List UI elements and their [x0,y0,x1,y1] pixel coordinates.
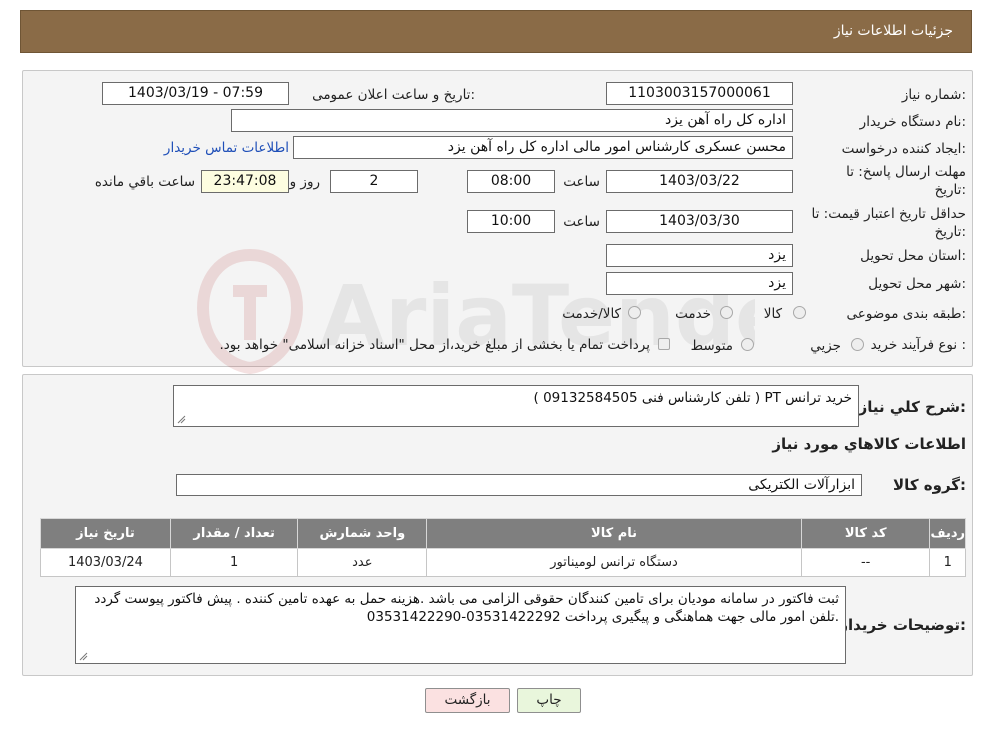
goods-table-header: ردیف کد کالا نام کالا واحد شمارش تعداد /… [40,518,966,549]
deadline-label: مهلت ارسال پاسخ: تا [846,164,966,180]
col-header-row-number: ردیف [929,518,966,549]
page-header: جزئیات اطلاعات نیاز [20,10,972,53]
cell-need-date: 1403/03/24 [40,548,171,577]
days-label: روز و [289,174,320,190]
description-textarea[interactable]: خرید ترانس PT ( تلفن کارشناس فنی 0913258… [173,385,859,427]
description-label: شرح کلي نیاز: [858,398,966,416]
process-option-medium: متوسط [690,338,733,354]
process-label: نوع فرآیند خرید : [870,337,966,353]
resize-handle-icon[interactable] [79,652,88,661]
cell-goods-name: دستگاه ترانس لومیناتور [426,548,802,577]
col-header-need-date: تاریخ نیاز [40,518,171,549]
col-header-goods-code: کد کالا [800,518,931,549]
resize-handle-icon[interactable] [177,415,186,424]
table-row: 1 -- دستگاه ترانس لومیناتور عدد 1 1403/0… [40,548,966,577]
buyer-notes-label: توضیحات خریدار: [839,616,966,634]
category-option-goods: کالا [763,306,782,322]
category-radio-service[interactable] [720,306,733,319]
days-field: 2 [330,170,418,193]
category-option-service: خدمت [675,306,711,322]
city-label: شهر محل تحویل: [868,276,966,292]
announce-label: تاریخ و ساعت اعلان عمومی: [312,87,475,103]
validity-label: حداقل تاریخ اعتبار قیمت: تا [811,206,966,222]
process-radio-medium[interactable] [741,338,754,351]
cell-quantity: 1 [169,548,299,577]
deadline-time-field: 08:00 [467,170,555,193]
category-option-goods-service: کالا/خدمت [562,306,621,322]
goods-info-title: اطلاعات کالاهاي مورد نیاز [772,435,966,453]
col-header-quantity: تعداد / مقدار [169,518,299,549]
deadline-date-field: 1403/03/22 [606,170,793,193]
need-number-field: 1103003157000061 [606,82,793,105]
buyer-org-label: نام دستگاه خریدار: [859,114,966,130]
need-number-label: شماره نیاز: [901,87,966,103]
validity-label-2: تاریخ: [934,224,966,240]
print-button[interactable]: چاپ [517,688,581,713]
cell-goods-code: -- [800,548,931,577]
col-header-goods-name: نام کالا [426,518,802,549]
description-text: خرید ترانس PT ( تلفن کارشناس فنی 0913258… [533,390,852,406]
category-label: طبقه بندی موضوعی: [846,306,966,322]
goods-group-label: گروه کالا: [893,476,966,494]
buyer-org-field: اداره کل راه آهن یزد [231,109,793,132]
validity-time-field: 10:00 [467,210,555,233]
remaining-label: ساعت باقي مانده [94,174,195,190]
cell-unit: عدد [297,548,428,577]
requester-field: محسن عسکری کارشناس امور مالی اداره کل را… [293,136,793,159]
goods-table: ردیف کد کالا نام کالا واحد شمارش تعداد /… [40,518,966,577]
col-header-unit: واحد شمارش [297,518,428,549]
back-button[interactable]: بازگشت [425,688,510,713]
deadline-label-2: تاریخ: [934,182,966,198]
buyer-notes-text: ثبت فاکتور در سامانه مودیان برای تامین ک… [94,591,839,625]
city-field: یزد [606,272,793,295]
category-radio-goods-service[interactable] [628,306,641,319]
province-label: استان محل تحویل: [860,248,966,264]
category-radio-goods[interactable] [793,306,806,319]
validity-date-field: 1403/03/30 [606,210,793,233]
process-radio-minor[interactable] [851,338,864,351]
province-field: یزد [606,244,793,267]
remaining-time-field: 23:47:08 [201,170,289,193]
deadline-time-label: ساعت [563,174,600,190]
treasury-checkbox[interactable] [658,338,670,350]
requester-label: ایجاد کننده درخواست: [841,141,966,157]
page-title: جزئیات اطلاعات نیاز [833,23,953,39]
validity-time-label: ساعت [563,214,600,230]
cell-row-number: 1 [929,548,966,577]
buyer-notes-textarea[interactable]: ثبت فاکتور در سامانه مودیان برای تامین ک… [75,586,846,664]
announce-field: 1403/03/19 - 07:59 [102,82,289,105]
process-option-minor: جزیي [810,338,841,354]
buyer-contact-link[interactable]: اطلاعات تماس خریدار [164,140,289,156]
process-note: پرداخت تمام یا بخشی از مبلغ خرید،از محل … [219,337,650,353]
goods-group-field: ابزارآلات الکتریکی [176,474,862,496]
